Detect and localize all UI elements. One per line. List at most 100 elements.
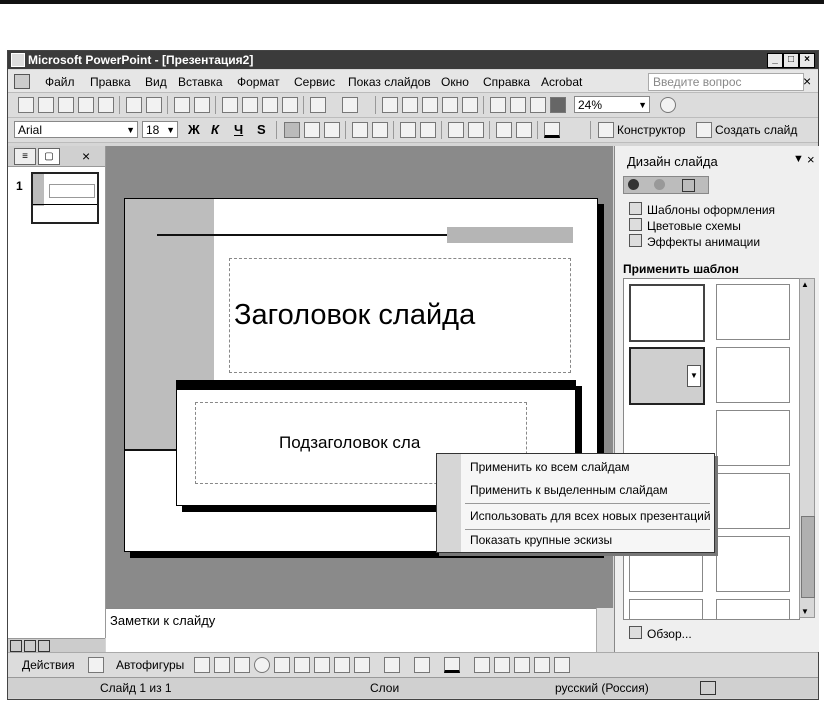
- cut-icon[interactable]: [222, 97, 238, 113]
- menu-insert[interactable]: Вставка: [178, 75, 223, 89]
- font-color-icon[interactable]: [544, 122, 560, 138]
- browse-link[interactable]: Обзор...: [629, 626, 692, 641]
- increase-indent-icon[interactable]: [516, 122, 532, 138]
- template-thumbnail[interactable]: [716, 473, 790, 529]
- gallery-scrollbar[interactable]: ▲ ▼: [799, 278, 815, 618]
- menu-acrobat[interactable]: Acrobat: [541, 75, 582, 89]
- menu-format[interactable]: Формат: [237, 75, 280, 89]
- color-schemes-link[interactable]: Цветовые схемы: [629, 218, 741, 233]
- textbox-icon[interactable]: [274, 657, 290, 673]
- research-icon[interactable]: [194, 97, 210, 113]
- spelling-icon[interactable]: [174, 97, 190, 113]
- print-preview-icon[interactable]: [146, 97, 162, 113]
- apply-to-selected-slides-item[interactable]: Применить к выделенным слайдам: [470, 483, 668, 497]
- chart-icon[interactable]: [382, 97, 398, 113]
- template-dropdown-arrow-icon[interactable]: ▼: [687, 365, 701, 387]
- redo-icon[interactable]: [342, 97, 358, 113]
- close-window-button[interactable]: ×: [799, 53, 815, 68]
- open-icon[interactable]: [38, 97, 54, 113]
- rectangle-icon[interactable]: [234, 657, 250, 673]
- animation-schemes-link[interactable]: Эффекты анимации: [629, 234, 760, 249]
- numbering-icon[interactable]: [352, 122, 368, 138]
- new-slide-button[interactable]: Создать слайд: [715, 123, 797, 137]
- apply-to-all-slides-item[interactable]: Применить ко всем слайдам: [470, 460, 630, 474]
- shadow-button[interactable]: S: [257, 122, 266, 137]
- tables-borders-icon[interactable]: [442, 97, 458, 113]
- increase-font-icon[interactable]: [448, 122, 464, 138]
- powerpoint-app-icon[interactable]: [11, 53, 25, 67]
- italic-button[interactable]: К: [211, 122, 219, 137]
- ltr-icon[interactable]: [400, 122, 416, 138]
- close-task-pane-icon[interactable]: ×: [807, 152, 815, 167]
- align-center-icon[interactable]: [304, 122, 320, 138]
- template-thumbnail[interactable]: [716, 536, 790, 592]
- print-icon[interactable]: [126, 97, 142, 113]
- save-icon[interactable]: [58, 97, 74, 113]
- picture-icon[interactable]: [354, 657, 370, 673]
- permission-icon[interactable]: [78, 97, 94, 113]
- normal-view-icon[interactable]: [10, 640, 22, 652]
- zoom-combo[interactable]: 24% ▼: [574, 96, 650, 113]
- home-icon[interactable]: [682, 179, 695, 192]
- forward-icon[interactable]: [654, 179, 665, 190]
- shadow-style-icon[interactable]: [534, 657, 550, 673]
- notes-scrollbar[interactable]: [596, 608, 614, 652]
- new-slide-icon[interactable]: [696, 122, 712, 138]
- minimize-button[interactable]: _: [767, 53, 783, 68]
- show-large-previews-item[interactable]: Показать крупные эскизы: [470, 533, 612, 547]
- menu-edit[interactable]: Правка: [90, 75, 131, 89]
- line-style-icon[interactable]: [474, 657, 490, 673]
- align-right-icon[interactable]: [324, 122, 340, 138]
- font-combo[interactable]: Arial ▼: [14, 121, 138, 138]
- new-icon[interactable]: [18, 97, 34, 113]
- email-icon[interactable]: [98, 97, 114, 113]
- close-pane-button[interactable]: ×: [82, 148, 90, 164]
- menu-help[interactable]: Справка: [483, 75, 530, 89]
- align-left-icon[interactable]: [284, 122, 300, 138]
- template-thumbnail[interactable]: [716, 410, 790, 466]
- format-painter-icon[interactable]: [282, 97, 298, 113]
- menu-slideshow[interactable]: Показ слайдов: [348, 75, 431, 89]
- show-formatting-icon[interactable]: [510, 97, 526, 113]
- designer-button[interactable]: Конструктор: [617, 123, 685, 137]
- font-color-icon[interactable]: [444, 657, 460, 673]
- underline-button[interactable]: Ч: [234, 122, 243, 137]
- select-objects-icon[interactable]: [88, 657, 104, 673]
- ask-question-input[interactable]: Введите вопрос: [648, 73, 804, 91]
- paste-icon[interactable]: [262, 97, 278, 113]
- arrow-icon[interactable]: [214, 657, 230, 673]
- menu-tools[interactable]: Сервис: [294, 75, 335, 89]
- arrow-style-icon[interactable]: [514, 657, 530, 673]
- slide-sorter-icon[interactable]: [24, 640, 36, 652]
- maximize-button[interactable]: □: [783, 53, 799, 68]
- designer-icon[interactable]: [598, 122, 614, 138]
- dash-style-icon[interactable]: [494, 657, 510, 673]
- actions-menu[interactable]: Действия: [22, 658, 75, 672]
- template-thumbnail[interactable]: [716, 599, 790, 619]
- template-thumbnail[interactable]: [629, 284, 705, 342]
- color-grayscale-icon[interactable]: [550, 97, 566, 113]
- clipart-icon[interactable]: [334, 657, 350, 673]
- slideshow-icon[interactable]: [38, 640, 50, 652]
- use-for-new-presentations-item[interactable]: Использовать для всех новых презентаций: [470, 509, 711, 523]
- table-icon[interactable]: [422, 97, 438, 113]
- grid-icon[interactable]: [530, 97, 546, 113]
- scroll-down-icon[interactable]: ▼: [801, 607, 809, 616]
- scroll-up-icon[interactable]: ▲: [801, 280, 809, 289]
- title-placeholder[interactable]: Заголовок слайда: [229, 258, 571, 373]
- line-icon[interactable]: [194, 657, 210, 673]
- decrease-indent-icon[interactable]: [496, 122, 512, 138]
- slide-thumbnail[interactable]: [31, 172, 99, 224]
- bullets-icon[interactable]: [372, 122, 388, 138]
- autoshapes-menu[interactable]: Автофигуры: [116, 658, 184, 672]
- design-templates-link[interactable]: Шаблоны оформления: [629, 202, 775, 217]
- undo-icon[interactable]: [310, 97, 326, 113]
- document-icon[interactable]: [14, 74, 30, 89]
- fill-color-icon[interactable]: [384, 657, 400, 673]
- 3d-style-icon[interactable]: [554, 657, 570, 673]
- outline-tab[interactable]: ≡: [14, 148, 36, 165]
- menu-window[interactable]: Окно: [441, 75, 469, 89]
- template-thumbnail[interactable]: [716, 347, 790, 403]
- template-thumbnail-selected[interactable]: ▼: [629, 347, 705, 405]
- notes-pane[interactable]: Заметки к слайду: [106, 608, 596, 653]
